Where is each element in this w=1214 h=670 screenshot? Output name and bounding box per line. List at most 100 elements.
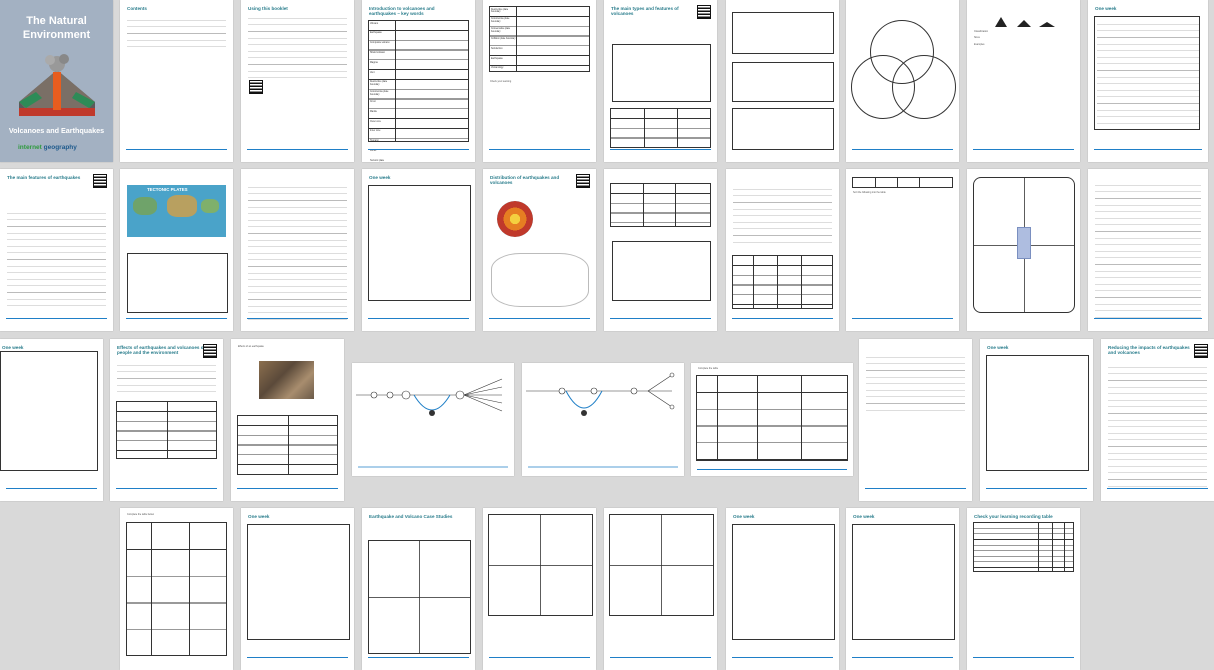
page-quadrants[interactable] <box>483 508 596 670</box>
page-one-week[interactable]: One week <box>1088 0 1208 162</box>
earth-layers-icon <box>497 201 533 237</box>
keyword-cell: Outer core <box>370 120 381 123</box>
keyword-cell: Conservative plate boundary <box>491 28 511 33</box>
reducing-title: Reducing the impacts of earthquakes and … <box>1108 345 1190 356</box>
page-plate-boundaries[interactable]: Destructive plate boundary Constructive p… <box>483 0 596 162</box>
footer-rule <box>610 149 711 150</box>
page-compare-table[interactable] <box>604 169 717 331</box>
footer-rule <box>116 488 217 489</box>
one-week-title: One week <box>369 175 391 180</box>
page-tracking-table[interactable]: Check your learning recording table <box>967 508 1080 670</box>
footer-rule <box>247 657 348 658</box>
page-effects[interactable]: Effects of earthquakes and volcanoes on … <box>110 339 223 501</box>
page-earthquake-features[interactable]: The main features of earthquakes <box>0 169 113 331</box>
effects-table <box>237 415 338 475</box>
footer-rule <box>489 318 590 319</box>
footer-rule <box>852 149 953 150</box>
check-learning-text: Check your learning <box>490 80 512 83</box>
page-one-week-3[interactable]: One week <box>0 339 103 501</box>
cover-subtitle: Volcanoes and Earthquakes <box>8 126 105 135</box>
effects-table <box>116 401 217 459</box>
page-contents[interactable]: Contents <box>120 0 233 162</box>
answer-lines <box>1095 179 1201 319</box>
keyword-cell: Destructive plate boundary <box>370 81 388 86</box>
qr-code-icon <box>93 174 107 188</box>
keyword-cell: Mantle <box>370 110 377 113</box>
keyword-cell: Destructive plate boundary <box>491 8 509 14</box>
keyword-cell: Tectonic plate <box>370 159 385 162</box>
volcano-illustration <box>19 54 95 116</box>
one-week-title: One week <box>2 345 24 350</box>
boundary-diagram <box>526 372 678 468</box>
keyword-cell: Volcano <box>370 22 379 25</box>
drawing-box <box>732 62 834 102</box>
answer-lines <box>733 183 832 243</box>
page-sorting-table[interactable]: Sort the following into the table <box>846 169 959 331</box>
page-volcano-shapes[interactable]: Classification Sizes Examples <box>967 0 1080 162</box>
page-venn-diagram[interactable] <box>846 0 959 162</box>
table-instruction: Complete the table <box>698 367 719 370</box>
page-volcano-diagrams[interactable] <box>726 0 839 162</box>
keyword-cell: Vent <box>370 71 375 74</box>
page-effects-table[interactable] <box>726 169 839 331</box>
damage-photo <box>259 361 314 399</box>
page-one-week-5[interactable]: One week <box>241 508 354 670</box>
keyword-cell: Composite volcano <box>370 42 390 45</box>
venn-circle <box>892 55 956 119</box>
page-using-booklet[interactable]: Using this booklet <box>241 0 354 162</box>
qr-code-icon <box>576 174 590 188</box>
page-boundary-diagram-2[interactable] <box>522 363 684 476</box>
page-lined[interactable] <box>1088 169 1208 331</box>
centre-label-box <box>1017 227 1031 259</box>
page-quadrants-2[interactable] <box>604 508 717 670</box>
writing-box <box>0 351 98 471</box>
footer-rule <box>973 149 1074 150</box>
page-boundary-diagram[interactable] <box>352 363 514 476</box>
landscape-table <box>696 375 848 461</box>
one-week-title: One week <box>1095 6 1117 11</box>
page-one-week-4[interactable]: One week <box>980 339 1093 501</box>
footer-rule <box>1107 488 1208 489</box>
page-lined-2[interactable] <box>859 339 972 501</box>
qr-code-icon <box>1194 344 1208 358</box>
using-title: Using this booklet <box>248 6 288 11</box>
case-study-grid <box>368 540 471 654</box>
page-one-week-2[interactable]: One week <box>362 169 475 331</box>
contents-lines <box>127 14 226 50</box>
page-one-week-6[interactable]: One week <box>726 508 839 670</box>
page-case-studies[interactable]: Earthquake and Volcano Case Studies <box>362 508 475 670</box>
footer-rule <box>697 469 847 470</box>
page-key-words[interactable]: Introduction to volcanoes and earthquake… <box>362 0 475 162</box>
page-one-week-7[interactable]: One week <box>846 508 959 670</box>
page-questions[interactable] <box>241 169 354 331</box>
keyword-cell: Tsunami <box>370 140 379 143</box>
page-quadrant-card[interactable] <box>967 169 1080 331</box>
page-volcano-types[interactable]: The main types and features of volcanoes <box>604 0 717 162</box>
cover-page[interactable]: The Natural Environment Volcanoes and Ea… <box>0 0 113 162</box>
keyword-cell: Subduction <box>491 47 503 50</box>
footer-rule <box>610 657 711 658</box>
effects-table <box>732 255 833 309</box>
boundary-table: Destructive plate boundary Constructive p… <box>489 6 590 72</box>
page-distribution[interactable]: Distribution of earthquakes and volcanoe… <box>483 169 596 331</box>
instruction-text: Sort the following into the table <box>853 191 886 194</box>
grid-table <box>126 522 227 656</box>
writing-box <box>368 185 471 301</box>
page-tectonic-plates[interactable]: TECTONIC PLATES <box>120 169 233 331</box>
footer-rule <box>1094 318 1202 319</box>
footer-rule <box>732 657 833 658</box>
footer-rule <box>6 318 107 319</box>
footer-rule <box>852 318 953 319</box>
page-reducing[interactable]: Reducing the impacts of earthquakes and … <box>1101 339 1214 501</box>
page-table-grid[interactable]: Complete the table below <box>120 508 233 670</box>
footer-rule <box>368 657 469 658</box>
page-photo[interactable]: Effects of an earthquake <box>231 339 344 501</box>
page-landscape-table[interactable]: Complete the table <box>691 363 853 476</box>
writing-box <box>986 355 1089 471</box>
world-outline-map <box>491 253 589 307</box>
writing-box <box>732 524 835 640</box>
drawing-box <box>612 241 711 301</box>
footer-rule <box>986 488 1087 489</box>
intro-title: Introduction to volcanoes and earthquake… <box>369 6 435 17</box>
keyword-cell: Magma <box>370 61 378 64</box>
